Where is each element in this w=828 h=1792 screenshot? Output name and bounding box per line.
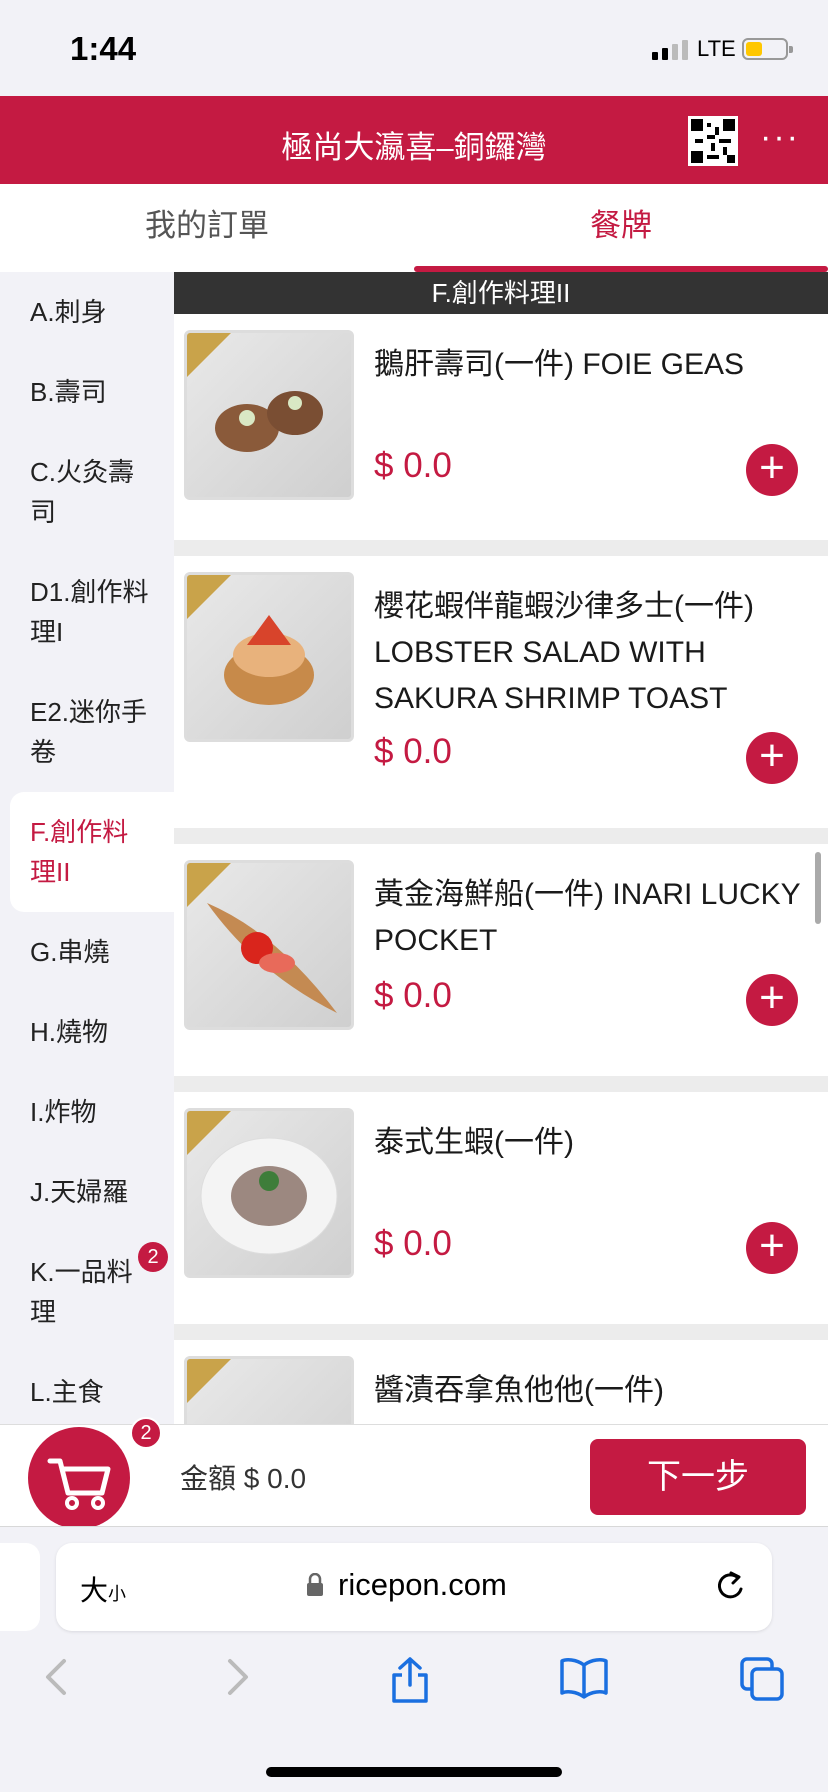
url-text: ricepon.com — [338, 1567, 507, 1602]
dish-image — [184, 860, 354, 1030]
item-price: $ 0.0 — [374, 976, 452, 1015]
item-price: $ 0.0 — [374, 446, 452, 485]
add-to-cart-button[interactable]: + — [746, 732, 798, 784]
network-label: LTE — [697, 36, 736, 61]
previous-tab-peek[interactable] — [0, 1543, 40, 1631]
cart-bar: 2 金額 $ 0.0 下一步 — [0, 1417, 828, 1529]
category-item[interactable]: J.天婦羅 — [0, 1152, 174, 1232]
clock: 1:44 — [70, 30, 137, 67]
scrollbar[interactable] — [815, 852, 821, 924]
lock-icon — [307, 1573, 323, 1596]
qr-code-icon[interactable] — [688, 116, 738, 166]
item-name: 櫻花蝦伴龍蝦沙律多士(一件) LOBSTER SALAD WITH SAKURA… — [374, 590, 754, 715]
dish-image — [184, 1356, 354, 1424]
section-header: F.創作料理II — [174, 272, 828, 314]
menu-item[interactable]: 黃金海鮮船(一件) INARI LUCKY POCKET $ 0.0 + — [174, 844, 828, 1076]
category-item[interactable]: H.燒物 — [0, 992, 174, 1072]
reload-icon[interactable] — [711, 1567, 749, 1607]
cart-count-badge: 2 — [130, 1417, 162, 1449]
add-to-cart-button[interactable]: + — [746, 1222, 798, 1274]
home-indicator — [266, 1767, 562, 1777]
menu-list: F.創作料理II 鵝肝壽司(一件) FOIE GEAS $ 0.0 + 櫻花蝦伴… — [174, 272, 828, 1424]
dish-image — [184, 572, 354, 742]
dish-image — [184, 1108, 354, 1278]
category-item[interactable]: B.壽司 — [0, 352, 174, 432]
category-item[interactable]: G.串燒 — [0, 912, 174, 992]
category-item[interactable]: E2.迷你手卷 — [0, 672, 174, 792]
category-item[interactable]: D1.創作料理I — [0, 552, 174, 672]
item-price: $ 0.0 — [374, 1224, 452, 1263]
category-item[interactable]: A.刺身 — [0, 272, 174, 352]
category-item-active[interactable]: F.創作料理II — [10, 792, 174, 912]
tab-bar: 我的訂單 餐牌 — [0, 184, 828, 272]
category-item[interactable]: I.炸物 — [0, 1072, 174, 1152]
forward-icon[interactable] — [222, 1655, 252, 1699]
text-size-button[interactable]: 大小 — [80, 1569, 126, 1609]
tab-my-orders[interactable]: 我的訂單 — [0, 184, 414, 272]
browser-bar: 大小 ricepon.com — [0, 1526, 828, 1792]
next-step-button[interactable]: 下一步 — [590, 1439, 806, 1515]
signal-icon — [652, 40, 688, 60]
add-to-cart-button[interactable]: + — [746, 444, 798, 496]
address-bar[interactable]: 大小 ricepon.com — [56, 1543, 772, 1631]
menu-item[interactable]: 泰式生蝦(一件) $ 0.0 + — [174, 1092, 828, 1324]
category-sidebar: A.刺身 B.壽司 C.火灸壽司 D1.創作料理I E2.迷你手卷 F.創作料理… — [0, 272, 174, 1424]
back-icon[interactable] — [42, 1655, 72, 1699]
category-label: K.一品料理 — [30, 1257, 133, 1327]
cart-icon — [47, 1458, 111, 1510]
menu-item[interactable]: 櫻花蝦伴龍蝦沙律多士(一件) LOBSTER SALAD WITH SAKURA… — [174, 556, 828, 828]
cart-amount: 金額 $ 0.0 — [180, 1463, 307, 1494]
tabs-icon[interactable] — [738, 1655, 786, 1703]
cart-button[interactable]: 2 — [28, 1417, 162, 1529]
item-price: $ 0.0 — [374, 732, 452, 771]
item-name: 黃金海鮮船(一件) INARI LUCKY POCKET — [374, 878, 801, 957]
item-name: 泰式生蝦(一件) — [374, 1126, 574, 1159]
menu-item[interactable]: 醬漬吞拿魚他他(一件) — [174, 1340, 828, 1424]
category-count-badge: 2 — [138, 1242, 168, 1272]
category-item[interactable]: C.火灸壽司 — [0, 432, 174, 552]
more-menu-icon[interactable]: ··· — [760, 118, 800, 157]
bookmarks-icon[interactable] — [558, 1655, 610, 1699]
category-item[interactable]: K.一品料理 2 — [0, 1232, 174, 1352]
browser-toolbar — [0, 1655, 828, 1715]
tab-menu[interactable]: 餐牌 — [414, 184, 828, 272]
item-name: 醬漬吞拿魚他他(一件) — [374, 1374, 664, 1407]
menu-item[interactable]: 鵝肝壽司(一件) FOIE GEAS $ 0.0 + — [174, 314, 828, 540]
add-to-cart-button[interactable]: + — [746, 974, 798, 1026]
status-bar: 1:44 LTE — [0, 0, 828, 96]
battery-icon — [742, 38, 793, 60]
share-icon[interactable] — [388, 1655, 432, 1705]
item-name: 鵝肝壽司(一件) FOIE GEAS — [374, 348, 745, 381]
category-item[interactable]: L.主食 — [0, 1352, 174, 1424]
dish-image — [184, 330, 354, 500]
app-header: 極尚大瀛喜–銅鑼灣 ··· — [0, 96, 828, 184]
